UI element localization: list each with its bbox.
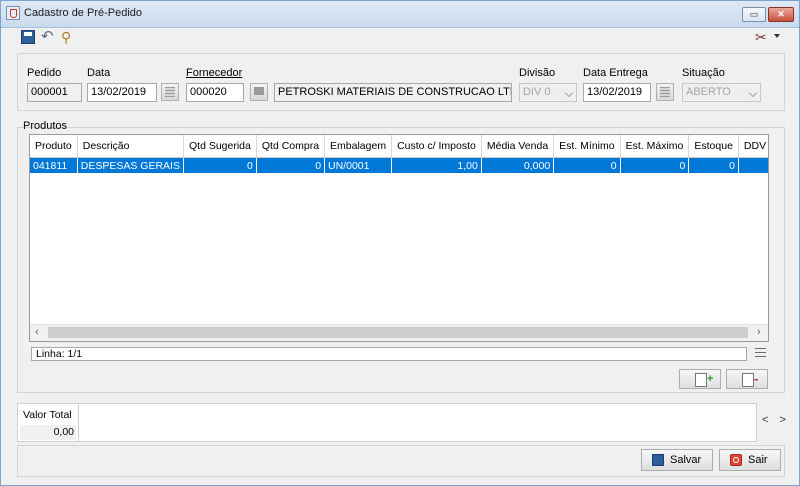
calendar-icon[interactable] xyxy=(161,83,179,101)
exit-icon xyxy=(730,454,742,466)
chevron-down-icon xyxy=(564,88,574,98)
table-cell[interactable]: 0 xyxy=(738,157,768,173)
table-header-row: Produto Descrição Qtd Sugerida Qtd Compr… xyxy=(30,135,768,158)
search-icon[interactable] xyxy=(250,83,268,101)
column-header[interactable]: Qtd Compra xyxy=(256,135,326,158)
valor-total-label: Valor Total xyxy=(23,409,72,421)
scroll-right-icon[interactable]: › xyxy=(757,326,761,338)
window-title: Cadastro de Pré-Pedido xyxy=(24,7,143,19)
table-cell[interactable]: UN/0001 xyxy=(324,157,393,173)
restore-button[interactable]: ▭ xyxy=(742,7,766,22)
data-label: Data xyxy=(87,67,111,79)
divisao-select: DIV 0 xyxy=(519,83,577,102)
calendar-icon[interactable] xyxy=(656,83,674,101)
close-button[interactable]: ✕ xyxy=(768,7,794,22)
scroll-left-icon[interactable]: ‹ xyxy=(35,326,39,338)
column-header[interactable]: Qtd Sugerida xyxy=(183,135,257,158)
salvar-label: Salvar xyxy=(670,454,702,466)
chevron-down-icon[interactable] xyxy=(774,34,780,38)
fornecedor-code-field[interactable]: 000020 xyxy=(186,83,244,102)
data-entrega-field[interactable]: 13/02/2019 xyxy=(583,83,651,102)
nav-arrows[interactable]: < > xyxy=(762,414,790,426)
menu-icon[interactable] xyxy=(755,348,766,358)
table-cell[interactable]: 0 xyxy=(183,157,257,173)
divisao-label: Divisão xyxy=(519,67,556,79)
undo-icon[interactable]: ↶ xyxy=(41,29,55,44)
table-cell[interactable]: 0 xyxy=(256,157,326,173)
pedido-label: Pedido xyxy=(27,67,62,79)
produtos-table[interactable]: Produto Descrição Qtd Sugerida Qtd Compr… xyxy=(29,134,769,342)
table-cell[interactable]: 0 xyxy=(553,157,621,173)
data-field[interactable]: 13/02/2019 xyxy=(87,83,157,102)
column-header[interactable]: Estoque xyxy=(688,135,739,158)
tools-icon[interactable]: ✂ xyxy=(755,29,767,46)
situacao-label: Situação xyxy=(682,67,725,79)
situacao-value: ABERTO xyxy=(686,86,731,98)
pedido-field[interactable]: 000001 xyxy=(27,83,82,102)
remove-row-button[interactable]: - xyxy=(726,369,768,389)
table-cell[interactable]: 1,00 xyxy=(391,157,482,173)
scrollbar-thumb[interactable] xyxy=(48,327,748,338)
remove-document-icon: - xyxy=(742,372,758,387)
save-icon xyxy=(652,454,664,466)
add-row-button[interactable]: + xyxy=(679,369,721,389)
valor-total-panel: Valor Total 0,00 xyxy=(17,403,757,442)
fornecedor-label[interactable]: Fornecedor xyxy=(186,67,242,79)
column-header[interactable]: Est. Mínimo xyxy=(553,135,621,158)
app-icon xyxy=(6,6,20,20)
table-row[interactable]: 041811 DESPESAS GERAIS 0 0 UN/0001 1,00 … xyxy=(30,157,768,173)
column-header[interactable]: Média Venda xyxy=(481,135,555,158)
table-cell[interactable]: 0 xyxy=(620,157,690,173)
divider xyxy=(78,404,79,441)
row-status: Linha: 1/1 xyxy=(31,347,747,361)
fornecedor-name-field: PETROSKI MATERIAIS DE CONSTRUCAO LTDA xyxy=(274,83,512,102)
chevron-down-icon xyxy=(748,88,758,98)
horizontal-scrollbar[interactable]: ‹ › xyxy=(30,324,768,341)
sair-label: Sair xyxy=(748,454,768,466)
table-cell[interactable]: 041811 xyxy=(30,157,78,173)
add-document-icon: + xyxy=(695,373,713,387)
wand-icon[interactable]: ⚲ xyxy=(61,30,75,44)
column-header[interactable]: DDV Estq. xyxy=(738,135,768,158)
salvar-button[interactable]: Salvar xyxy=(641,449,713,471)
column-header[interactable]: Embalagem xyxy=(324,135,393,158)
divisao-value: DIV 0 xyxy=(523,86,551,98)
pre-pedido-window: Cadastro de Pré-Pedido ▭ ✕ ↶ ⚲ ✂ Pedido … xyxy=(0,0,800,486)
column-header[interactable]: Descrição xyxy=(77,135,184,158)
header-panel xyxy=(17,53,785,111)
column-header[interactable]: Custo c/ Imposto xyxy=(391,135,482,158)
produtos-title: Produtos xyxy=(23,120,68,132)
table-cell[interactable]: DESPESAS GERAIS xyxy=(77,157,184,173)
situacao-select: ABERTO xyxy=(682,83,761,102)
data-entrega-label: Data Entrega xyxy=(583,67,648,79)
title-bar: Cadastro de Pré-Pedido ▭ ✕ xyxy=(1,1,799,28)
save-icon[interactable] xyxy=(21,30,35,44)
column-header[interactable]: Produto xyxy=(30,135,78,158)
valor-total-value: 0,00 xyxy=(20,425,76,440)
column-header[interactable]: Est. Máximo xyxy=(620,135,690,158)
sair-button[interactable]: Sair xyxy=(719,449,781,471)
table-cell[interactable]: 0,000 xyxy=(481,157,555,173)
table-cell[interactable]: 0 xyxy=(688,157,739,173)
